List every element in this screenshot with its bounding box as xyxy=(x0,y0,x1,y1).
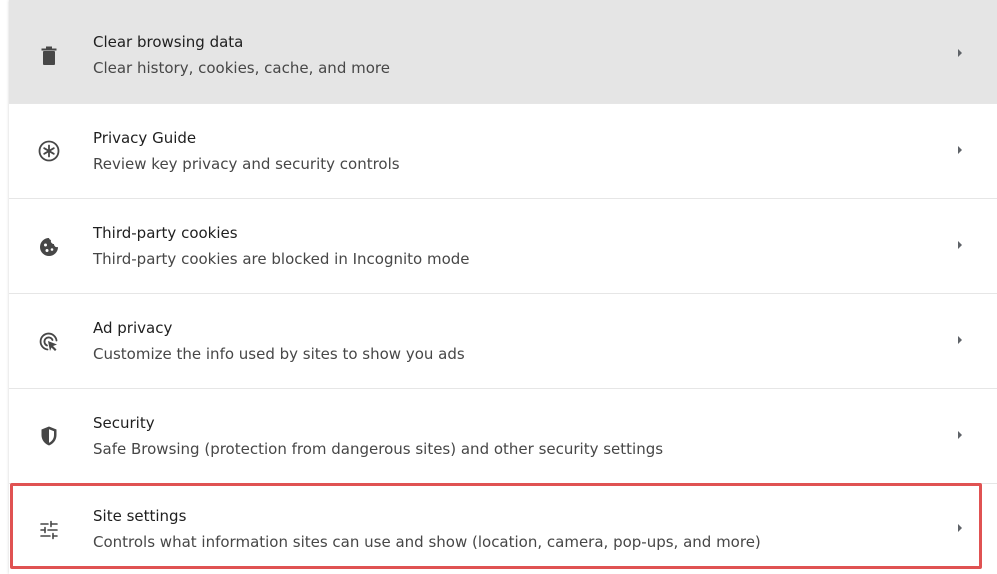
row-title: Clear browsing data xyxy=(93,33,244,51)
ad-privacy-icon xyxy=(37,330,61,354)
site-settings-row[interactable]: Site settings Controls what information … xyxy=(9,483,997,574)
privacy-settings-panel: Clear browsing data Clear history, cooki… xyxy=(9,0,997,574)
row-title: Site settings xyxy=(93,507,187,525)
row-title: Third-party cookies xyxy=(93,224,238,242)
row-subtitle: Review key privacy and security controls xyxy=(93,155,400,173)
row-title: Privacy Guide xyxy=(93,129,197,147)
clear-browsing-data-row[interactable]: Clear browsing data Clear history, cooki… xyxy=(9,0,997,103)
cookie-icon xyxy=(37,235,61,259)
row-subtitle: Clear history, cookies, cache, and more xyxy=(93,59,390,77)
chevron-right-icon xyxy=(955,48,965,58)
chevron-right-icon xyxy=(955,523,965,533)
security-row[interactable]: Security Safe Browsing (protection from … xyxy=(9,388,997,483)
row-title: Security xyxy=(93,414,155,432)
privacy-guide-row[interactable]: Privacy Guide Review key privacy and sec… xyxy=(9,103,997,198)
row-subtitle: Third-party cookies are blocked in Incog… xyxy=(93,250,470,268)
chevron-right-icon xyxy=(955,430,965,440)
row-subtitle: Controls what information sites can use … xyxy=(93,533,761,551)
row-title: Ad privacy xyxy=(93,319,173,337)
shield-icon xyxy=(37,424,61,448)
ad-privacy-row[interactable]: Ad privacy Customize the info used by si… xyxy=(9,293,997,388)
chevron-right-icon xyxy=(955,335,965,345)
trash-icon xyxy=(37,44,61,68)
row-subtitle: Safe Browsing (protection from dangerous… xyxy=(93,440,664,458)
row-subtitle: Customize the info used by sites to show… xyxy=(93,345,465,363)
sliders-icon xyxy=(37,518,61,542)
chevron-right-icon xyxy=(955,240,965,250)
privacy-guide-icon xyxy=(37,139,61,163)
chevron-right-icon xyxy=(955,145,965,155)
third-party-cookies-row[interactable]: Third-party cookies Third-party cookies … xyxy=(9,198,997,293)
